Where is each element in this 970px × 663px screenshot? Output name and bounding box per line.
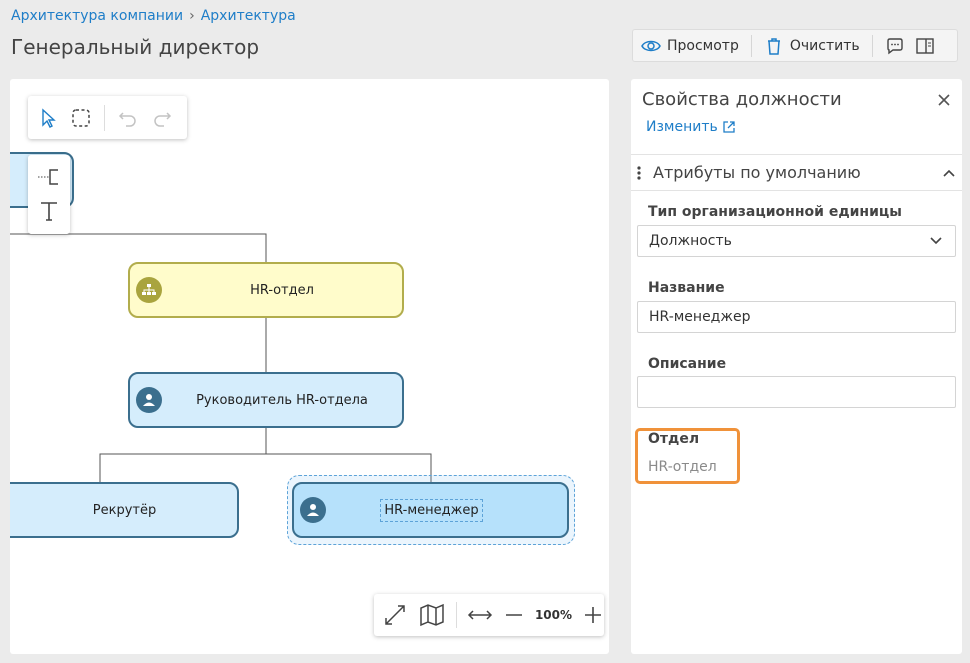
position-properties-panel: Свойства должности Изменить Атрибуты по … <box>631 79 962 654</box>
toolbar-divider <box>871 34 873 57</box>
chevron-down-icon <box>930 237 942 245</box>
close-icon[interactable] <box>936 92 952 108</box>
name-field[interactable]: HR-менеджер <box>637 301 956 333</box>
comments-button[interactable] <box>877 30 913 61</box>
view-button[interactable]: Просмотр <box>633 30 747 61</box>
fit-width-icon[interactable] <box>467 604 493 626</box>
department-highlight-frame <box>635 428 740 484</box>
diagram-canvas[interactable]: HR-отдел Руководитель HR-отдела Рекрутёр… <box>10 79 609 654</box>
org-node-label: HR-менеджер <box>326 498 567 522</box>
description-field[interactable] <box>637 376 956 408</box>
canvas-side-tools <box>28 155 70 234</box>
chevron-up-icon[interactable] <box>942 166 956 180</box>
connector-tool-icon[interactable] <box>36 166 62 188</box>
org-unit-type-value: Должность <box>649 233 732 249</box>
section-title: Атрибуты по умолчанию <box>653 163 861 182</box>
trash-icon <box>767 37 780 55</box>
breadcrumb: Архитектура компании › Архитектура <box>11 8 296 24</box>
canvas-tool-panel <box>28 96 187 139</box>
clear-button[interactable]: Очистить <box>756 30 868 61</box>
undo-icon[interactable] <box>117 107 139 129</box>
top-toolbar: Просмотр Очистить <box>632 29 958 62</box>
connector-lines <box>10 233 432 482</box>
chevron-right-icon: › <box>189 8 195 24</box>
fit-screen-icon[interactable] <box>382 602 408 628</box>
org-unit-type-label: Тип организационной единицы <box>648 204 902 220</box>
name-field-value: HR-менеджер <box>649 309 751 325</box>
editable-label-box[interactable]: HR-менеджер <box>380 498 483 522</box>
sidebar-panel-icon <box>915 37 934 54</box>
zoom-in-icon[interactable] <box>582 604 604 626</box>
org-node-hr-department[interactable]: HR-отдел <box>128 262 404 318</box>
tool-divider <box>104 104 105 131</box>
name-label: Название <box>648 280 725 296</box>
page-title: Генеральный директор <box>11 35 260 59</box>
panel-title: Свойства должности <box>642 89 842 110</box>
select-pointer-icon[interactable] <box>38 107 58 128</box>
marquee-select-icon[interactable] <box>70 107 92 129</box>
edit-link-label: Изменить <box>646 119 718 135</box>
breadcrumb-item-architecture[interactable]: Архитектура <box>201 8 296 24</box>
edit-link[interactable]: Изменить <box>646 119 736 135</box>
redo-icon[interactable] <box>151 107 173 129</box>
org-node-label: Руководитель HR-отдела <box>196 392 368 408</box>
org-structure-icon <box>136 277 162 303</box>
org-node-hr-manager[interactable]: HR-менеджер <box>292 482 569 538</box>
eye-icon <box>641 40 661 51</box>
zoom-level: 100% <box>534 608 573 622</box>
text-tool-icon[interactable] <box>37 199 61 223</box>
org-node-label: Рекрутёр <box>92 502 157 518</box>
zoom-out-icon[interactable] <box>503 604 525 626</box>
description-label: Описание <box>648 356 727 372</box>
breadcrumb-item-company-architecture[interactable]: Архитектура компании <box>11 8 183 24</box>
external-link-icon <box>723 121 735 133</box>
drag-handle-icon[interactable] <box>637 165 641 181</box>
toolbar-divider <box>750 34 752 57</box>
org-node-hr-head[interactable]: Руководитель HR-отдела <box>128 372 404 428</box>
org-node-label: HR-отдел <box>250 282 314 298</box>
panel-toggle-button[interactable] <box>913 30 943 61</box>
zoom-panel: 100% <box>374 594 604 636</box>
person-icon <box>136 387 162 413</box>
zoom-divider <box>455 602 457 628</box>
section-default-attributes[interactable]: Атрибуты по умолчанию <box>631 154 962 191</box>
org-node-recruiter[interactable]: Рекрутёр <box>10 482 239 538</box>
clear-button-label: Очистить <box>789 37 860 54</box>
view-button-label: Просмотр <box>667 37 739 54</box>
chat-icon <box>886 37 903 54</box>
person-icon <box>300 497 326 523</box>
org-unit-type-select[interactable]: Должность <box>637 225 956 257</box>
minimap-icon[interactable] <box>418 602 446 628</box>
